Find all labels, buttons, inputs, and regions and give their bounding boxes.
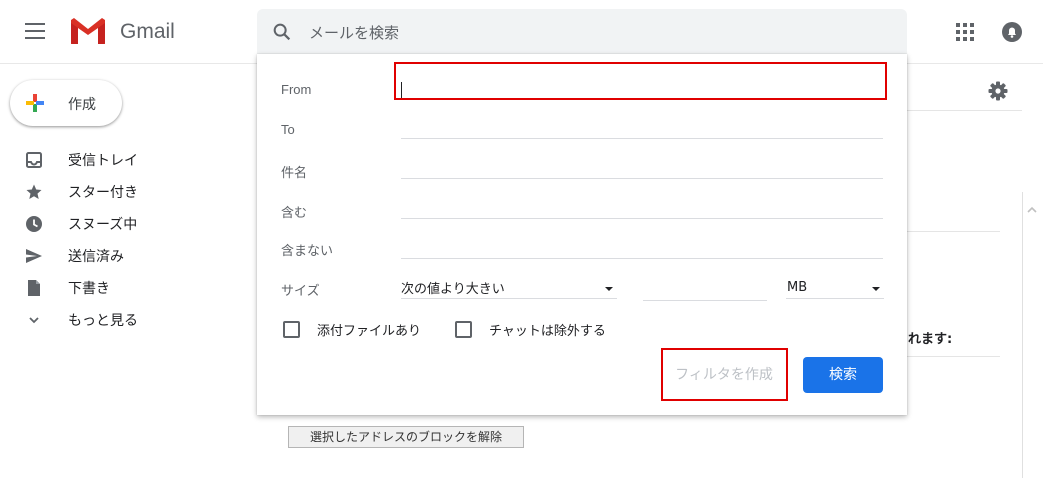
divider <box>907 110 1022 111</box>
has-words-input[interactable] <box>401 197 883 219</box>
chevron-down-icon <box>29 317 39 324</box>
app-name: Gmail <box>120 20 175 43</box>
send-icon <box>26 249 42 263</box>
settings-gear-icon[interactable] <box>988 81 1008 101</box>
scrollbar[interactable] <box>1022 192 1041 478</box>
scroll-up-icon[interactable] <box>1027 206 1037 214</box>
notification-account-icon[interactable] <box>1001 21 1023 43</box>
has-attachment-checkbox[interactable] <box>283 321 300 338</box>
size-value-input[interactable] <box>643 278 767 301</box>
search-button[interactable]: 検索 <box>803 357 883 393</box>
sidebar-item-label: スター付き <box>68 185 138 201</box>
has-attachment-label: 添付ファイルあり <box>317 324 422 339</box>
sidebar-item-label: スヌーズ中 <box>68 217 138 233</box>
size-unit-select[interactable]: MB <box>786 278 884 299</box>
draft-icon <box>28 280 40 296</box>
size-operator-value: 次の値より大きい <box>401 282 505 297</box>
create-filter-button[interactable]: フィルタを作成 <box>664 356 784 394</box>
from-underline <box>401 77 883 98</box>
has-words-label: 含む <box>281 205 308 220</box>
divider <box>907 231 1000 232</box>
main-menu-icon[interactable] <box>25 23 45 39</box>
dropdown-arrow-icon <box>872 287 880 291</box>
sidebar-item-drafts[interactable]: 下書き <box>0 272 240 302</box>
compose-label: 作成 <box>68 97 96 113</box>
sidebar-item-more[interactable]: もっと見る <box>0 304 240 334</box>
divider <box>907 356 1000 357</box>
search-placeholder: メールを検索 <box>309 24 400 42</box>
to-input[interactable] <box>401 117 883 139</box>
compose-button[interactable]: 作成 <box>10 80 122 126</box>
sidebar-item-label: 送信済み <box>68 249 124 265</box>
from-label: From <box>281 82 312 97</box>
subject-label: 件名 <box>281 165 308 180</box>
to-label: To <box>281 122 295 137</box>
apps-grid-icon[interactable] <box>956 23 974 41</box>
exclude-chats-checkbox[interactable] <box>455 321 472 338</box>
doesnt-have-label: 含まない <box>281 243 334 258</box>
obscured-text: れます: <box>908 332 953 347</box>
advanced-search-panel: From To 件名 含む 含まない サイズ 次の値より大きい MB 添付ファイ… <box>257 54 907 415</box>
sidebar-item-label: 受信トレイ <box>68 153 138 169</box>
search-icon[interactable] <box>271 21 293 43</box>
inbox-icon <box>26 152 42 168</box>
search-bar[interactable]: メールを検索 <box>257 9 907 54</box>
exclude-chats-label: チャットは除外する <box>489 324 606 339</box>
sidebar-item-sent[interactable]: 送信済み <box>0 240 240 270</box>
dropdown-arrow-icon <box>605 287 613 291</box>
sidebar-item-snoozed[interactable]: スヌーズ中 <box>0 208 240 238</box>
gmail-logo-icon[interactable] <box>69 17 107 46</box>
subject-input[interactable] <box>401 157 883 179</box>
doesnt-have-input[interactable] <box>401 237 883 259</box>
sidebar-item-label: 下書き <box>68 281 110 297</box>
clock-icon <box>26 216 42 232</box>
unblock-addresses-button[interactable]: 選択したアドレスのブロックを解除 <box>288 426 524 448</box>
sidebar-item-label: もっと見る <box>68 313 138 329</box>
size-operator-select[interactable]: 次の値より大きい <box>401 278 617 299</box>
sidebar-item-starred[interactable]: スター付き <box>0 176 240 206</box>
size-unit-value: MB <box>787 280 808 295</box>
plus-icon <box>26 94 44 112</box>
sidebar-item-inbox[interactable]: 受信トレイ <box>0 144 240 174</box>
size-label: サイズ <box>281 283 320 298</box>
star-icon <box>26 184 42 199</box>
